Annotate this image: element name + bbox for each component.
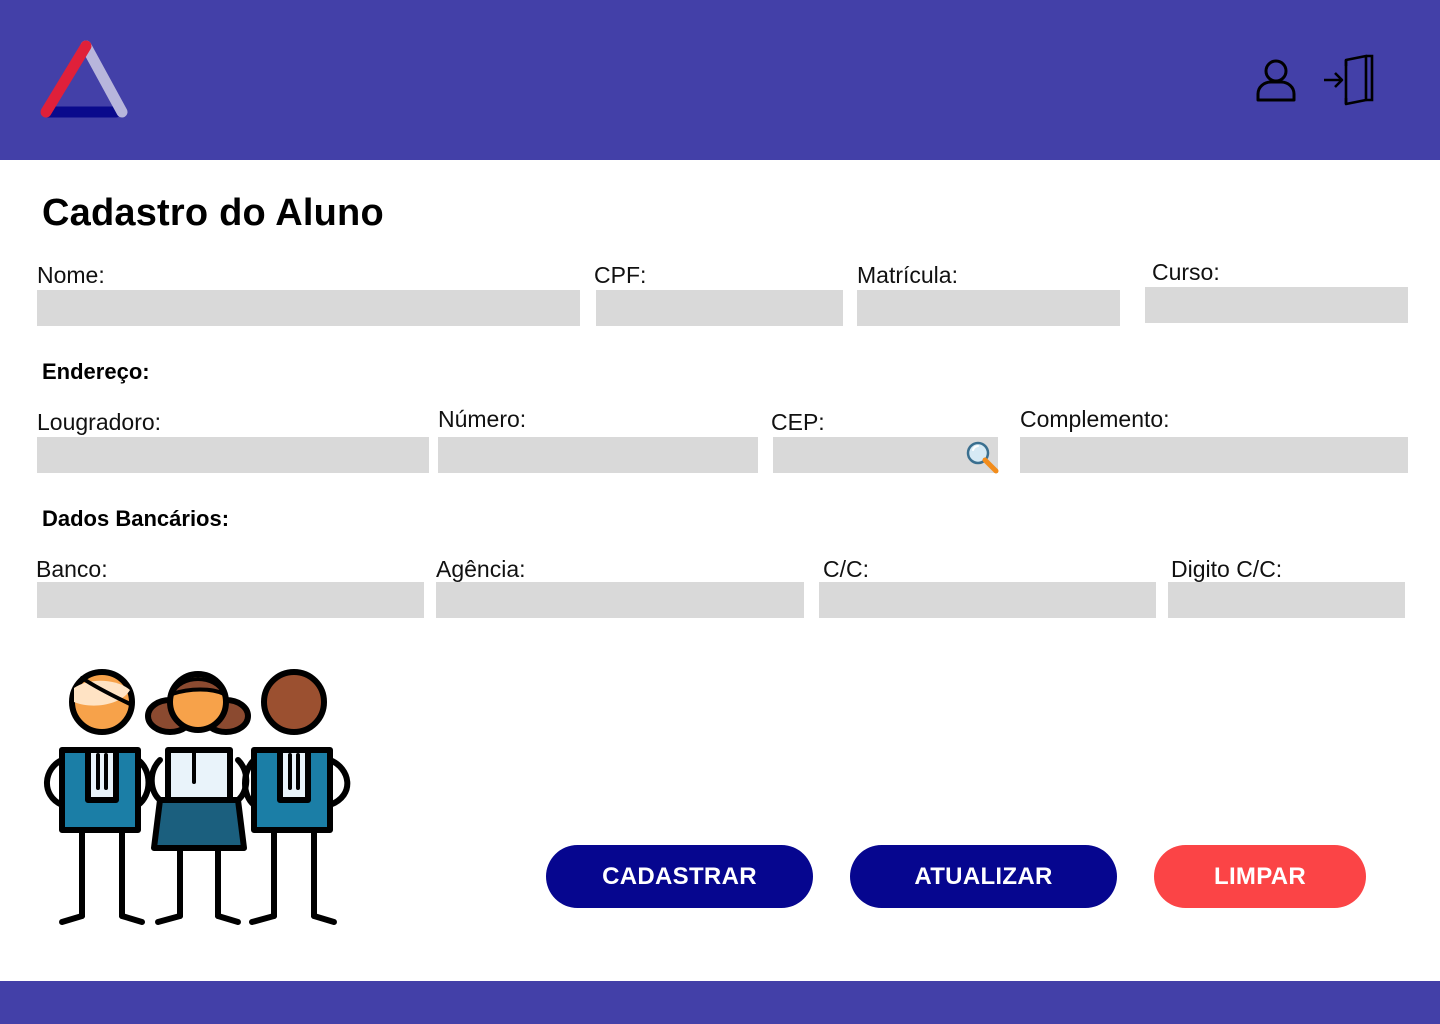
curso-input[interactable]: [1145, 287, 1408, 323]
triangle-logo-icon: [40, 40, 128, 118]
numero-label: Número:: [438, 406, 527, 432]
cep-label: CEP:: [771, 409, 825, 435]
search-icon[interactable]: [964, 439, 1000, 475]
address-section-title: Endereço:: [42, 359, 150, 384]
logout-icon[interactable]: [1320, 52, 1376, 108]
matricula-input[interactable]: [857, 290, 1120, 326]
bottom-footer: [0, 981, 1440, 1024]
digito-label: Digito C/C:: [1171, 556, 1283, 582]
complemento-label: Complemento:: [1020, 406, 1170, 432]
nome-label: Nome:: [37, 262, 105, 288]
numero-input[interactable]: [438, 437, 758, 473]
curso-label: Curso:: [1152, 259, 1220, 285]
top-header: [0, 0, 1440, 160]
banco-input[interactable]: [37, 582, 424, 618]
cadastrar-button[interactable]: CADASTRAR: [546, 845, 813, 908]
logradouro-label: Lougradoro:: [37, 409, 162, 435]
banco-label: Banco:: [36, 556, 108, 582]
agencia-label: Agência:: [436, 556, 526, 582]
students-group-illustration-icon: [44, 669, 351, 925]
user-icon[interactable]: [1252, 56, 1300, 104]
cc-input[interactable]: [819, 582, 1156, 618]
bank-section-title: Dados Bancários:: [42, 506, 230, 531]
cc-label: C/C:: [823, 556, 869, 582]
page-title: Cadastro do Aluno: [42, 192, 384, 234]
matricula-label: Matrícula:: [857, 262, 958, 288]
digito-input[interactable]: [1168, 582, 1405, 618]
atualizar-button[interactable]: ATUALIZAR: [850, 845, 1117, 908]
limpar-button[interactable]: LIMPAR: [1154, 845, 1366, 908]
agencia-input[interactable]: [436, 582, 804, 618]
complemento-input[interactable]: [1020, 437, 1408, 473]
cpf-input[interactable]: [596, 290, 843, 326]
nome-input[interactable]: [37, 290, 580, 326]
logradouro-input[interactable]: [37, 437, 429, 473]
cpf-label: CPF:: [594, 262, 647, 288]
